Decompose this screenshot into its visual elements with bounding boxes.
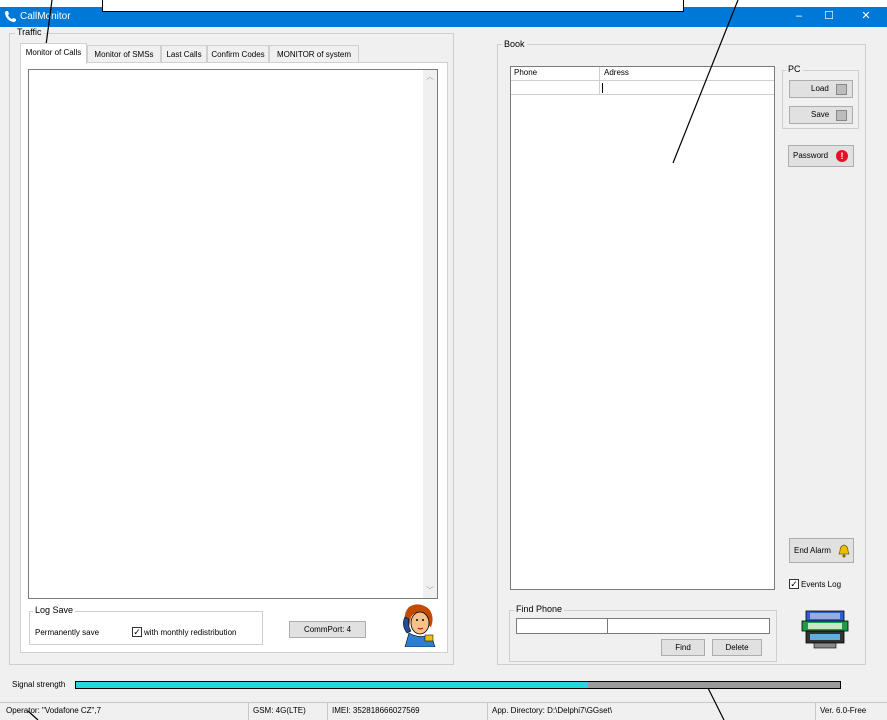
book-group-label: Book [502, 39, 527, 49]
status-version: Ver. 6.0-Free [820, 706, 867, 715]
save-button[interactable]: Save [789, 106, 853, 124]
status-gsm: GSM: 4G(LTE) [249, 703, 328, 720]
tab-monitor-of-system[interactable]: MONITOR of system [269, 45, 359, 63]
column-header-adress[interactable]: Adress [600, 67, 774, 81]
phone-book-grid[interactable]: Phone Adress [510, 66, 775, 590]
alert-icon: ! [836, 150, 848, 162]
signal-strength-label: Signal strength [12, 680, 66, 689]
bell-icon [838, 544, 850, 558]
calls-log-scrollbar[interactable]: ︿ ﹀ [423, 70, 437, 598]
monthly-redistribution-checkbox[interactable]: ✓ [132, 627, 142, 637]
client-area: Traffic Monitor of Calls Monitor of SMSs… [0, 27, 887, 720]
events-log-checkbox[interactable]: ✓ [789, 579, 799, 589]
log-save-label: Log Save [33, 605, 76, 615]
scroll-down-icon[interactable]: ﹀ [423, 584, 437, 598]
save-disk-icon [836, 110, 847, 121]
cell-phone[interactable] [511, 81, 600, 95]
delete-button[interactable]: Delete [712, 639, 762, 656]
text-cursor [602, 83, 603, 93]
load-button[interactable]: Load [789, 80, 853, 98]
load-button-label: Load [811, 84, 829, 93]
minimize-button[interactable]: – [782, 7, 816, 27]
save-button-label: Save [811, 110, 830, 119]
cell-adress[interactable] [600, 81, 774, 95]
maximize-button[interactable]: ☐ [812, 7, 846, 27]
password-button[interactable]: Password ! [788, 145, 854, 167]
signal-strength-fill [76, 682, 588, 688]
tab-confirm-codes[interactable]: Confirm Codes [207, 45, 269, 63]
password-button-label: Password [793, 151, 829, 160]
grid-header: Phone Adress [511, 67, 774, 81]
tab-last-calls[interactable]: Last Calls [161, 45, 207, 63]
phone-app-icon [5, 11, 16, 22]
modem-device-icon [801, 610, 849, 649]
tab-monitor-of-smss[interactable]: Monitor of SMSs [87, 45, 161, 63]
column-header-phone[interactable]: Phone [511, 67, 600, 81]
pc-group-label: PC [786, 64, 803, 74]
events-log-label: Events Log [801, 580, 842, 589]
find-phone-input[interactable] [516, 618, 608, 634]
find-button[interactable]: Find [661, 639, 705, 656]
status-operator: Operator: "Vodafone CZ",7 [2, 703, 249, 720]
status-app-directory: App. Directory: D:\Delphi7\GGset\ [488, 703, 816, 720]
status-imei: IMEI: 352818666027569 [328, 703, 488, 720]
signal-strength-bar [75, 681, 841, 689]
commport-button[interactable]: CommPort: 4 [289, 621, 366, 638]
annotation-callout-box [102, 0, 684, 12]
permanently-save-label: Permanently save [35, 628, 100, 637]
status-bar: Operator: "Vodafone CZ",7 GSM: 4G(LTE) I… [0, 702, 887, 720]
person-phone-icon [403, 604, 436, 647]
end-alarm-label: End Alarm [794, 546, 831, 555]
find-phone-label: Find Phone [514, 604, 565, 614]
traffic-group-label: Traffic [15, 27, 44, 37]
tab-monitor-of-calls[interactable]: Monitor of Calls [20, 43, 87, 64]
scroll-up-icon[interactable]: ︿ [423, 70, 437, 84]
load-disk-icon [836, 84, 847, 95]
close-button[interactable]: ✕ [849, 7, 883, 27]
find-address-input[interactable] [607, 618, 770, 634]
end-alarm-button[interactable]: End Alarm [789, 538, 854, 563]
calls-log-list[interactable]: ︿ ﹀ [28, 69, 438, 599]
window-title: CallMonitor [20, 11, 71, 22]
tab-page-monitor-of-calls: ︿ ﹀ Log Save Permanently save ✓ with mon… [20, 62, 448, 653]
monthly-redistribution-label: with monthly redistribution [144, 628, 237, 637]
table-row[interactable] [511, 81, 774, 95]
